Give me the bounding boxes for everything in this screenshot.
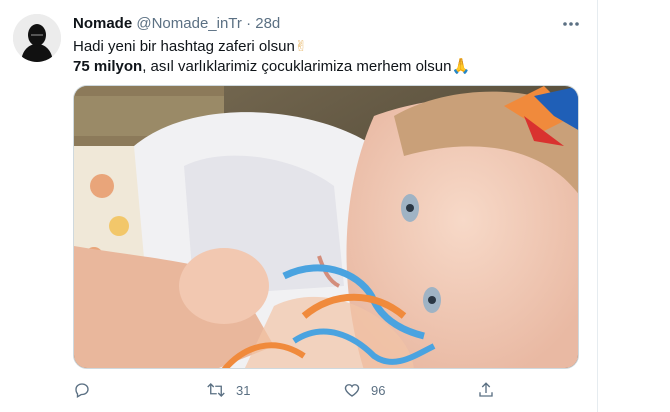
tweet-line-2-text: , asıl varlıklarimiz çocuklarimiza merhe… [142,58,452,75]
tweet-photo[interactable] [73,85,579,369]
separator: · [246,15,252,32]
avatar-image [13,14,61,62]
reply-icon [75,383,89,398]
more-icon [563,22,579,26]
share-button[interactable] [477,378,495,402]
retweet-button[interactable]: 31 [206,378,250,402]
more-options-button[interactable] [561,14,581,34]
author-name[interactable]: Nomade [73,15,132,32]
timestamp[interactable]: 28d [255,15,280,32]
like-icon [344,384,360,397]
tweet-line-2: 75 milyon, asıl varlıklarimiz çocuklarim… [73,57,578,77]
victory-hand-emoji: ✌ [294,38,308,55]
tweet-header: Nomade @Nomade_inTr · 28d [73,15,280,32]
retweet-icon [207,383,225,397]
tweet-line-1-text: Hadi yeni bir hashtag zaferi olsun [73,38,295,55]
author-handle[interactable]: @Nomade_inTr [136,15,242,32]
praying-hands-emoji: 🙏 [451,58,471,75]
like-button[interactable]: 96 [343,378,385,402]
tweet-line-2-bold: 75 milyon [73,58,143,75]
tweet-actions: 31 96 [73,378,579,402]
tweet-text: Hadi yeni bir hashtag zaferi olsun✌ 75 m… [73,37,578,77]
reply-button[interactable] [73,378,91,402]
avatar[interactable] [13,14,61,62]
tweet-line-1: Hadi yeni bir hashtag zaferi olsun✌ [73,37,578,57]
share-icon [479,382,493,397]
like-count: 96 [371,382,386,398]
retweet-count: 31 [236,382,251,398]
tweet-card[interactable]: Nomade @Nomade_inTr · 28d Hadi yeni bir … [0,0,598,412]
baby-photo-image [74,86,578,368]
